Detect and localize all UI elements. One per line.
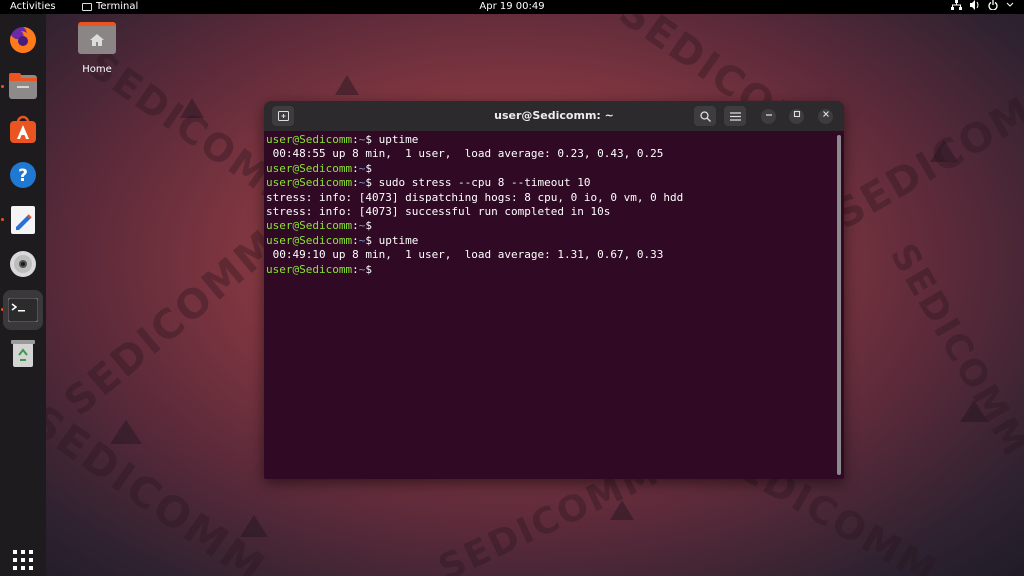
clock[interactable]: Apr 19 00:49	[0, 0, 1024, 14]
output-line: stress: info: [4073] dispatching hogs: 8…	[266, 190, 684, 204]
files-icon	[9, 73, 37, 99]
close-icon	[822, 111, 829, 117]
watermark-text: SEDICOMM	[826, 67, 1024, 239]
dock-files[interactable]	[7, 70, 39, 102]
window-title: user@Sedicomm: ~	[494, 109, 614, 122]
menu-button[interactable]	[724, 106, 746, 126]
output-line: 00:49:10 up 8 min, 1 user, load average:…	[266, 248, 664, 262]
trash-icon	[11, 340, 35, 367]
system-tray[interactable]	[951, 0, 1014, 10]
command-text: $	[365, 219, 379, 233]
hamburger-icon	[729, 111, 741, 121]
minimize-icon	[765, 114, 772, 116]
command-text: $	[365, 262, 379, 276]
prompt-separator: :	[352, 133, 359, 146]
scrollbar[interactable]	[837, 135, 841, 475]
app-grid-icon	[13, 550, 33, 570]
terminal-icon	[8, 298, 38, 322]
home-folder-label: Home	[82, 64, 112, 75]
top-bar: Activities Terminal Apr 19 00:49	[0, 0, 1024, 14]
window-titlebar[interactable]: user@Sedicomm: ~	[264, 101, 844, 131]
command-text: $ uptime	[365, 133, 419, 146]
dock-firefox[interactable]	[7, 24, 39, 56]
software-icon	[10, 115, 36, 143]
minimize-button[interactable]	[761, 109, 776, 124]
dock-terminal[interactable]	[3, 290, 43, 330]
prompt-user: user@Sedicomm	[266, 233, 353, 247]
prompt-line: user@Sedicomm:~$	[266, 162, 832, 176]
search-button[interactable]	[694, 106, 716, 126]
watermark-triangle	[335, 75, 359, 95]
volume-icon	[970, 0, 979, 10]
power-icon	[988, 0, 998, 10]
prompt-line: user@Sedicomm:~$ sudo stress --cpu 8 --t…	[266, 176, 832, 190]
disc-icon	[10, 251, 36, 277]
dock-help[interactable]: ?	[7, 159, 39, 191]
watermark-triangle	[240, 515, 268, 537]
output-line: stress: info: [4073] successful run comp…	[266, 204, 611, 218]
maximize-icon	[793, 110, 800, 118]
command-text: $ uptime	[365, 233, 419, 247]
search-icon	[699, 110, 711, 122]
firefox-icon	[9, 27, 36, 53]
prompt-separator: :	[352, 233, 359, 247]
running-indicator	[1, 218, 4, 221]
dock-disc[interactable]	[7, 248, 39, 280]
help-icon: ?	[10, 162, 36, 188]
text-editor-icon	[11, 206, 35, 234]
close-button[interactable]	[818, 109, 833, 124]
prompt-user: user@Sedicomm	[266, 219, 353, 233]
prompt-separator: :	[352, 176, 359, 190]
prompt-separator: :	[352, 219, 359, 233]
watermark-triangle	[930, 140, 958, 162]
watermark-triangle	[610, 500, 634, 520]
command-text: $	[365, 161, 379, 175]
home-folder-icon	[78, 22, 116, 54]
prompt-line: user@Sedicomm:~$	[266, 263, 832, 277]
watermark-triangle	[110, 420, 142, 444]
dock-trash[interactable]	[7, 337, 39, 369]
watermark-text: SEDICOMM	[20, 395, 275, 576]
show-apps-button[interactable]	[7, 544, 39, 576]
terminal-output[interactable]: user@Sedicomm:~$ uptime 00:48:55 up 8 mi…	[266, 133, 832, 479]
prompt-user: user@Sedicomm	[266, 133, 353, 146]
output-line: 00:48:55 up 8 min, 1 user, load average:…	[266, 147, 664, 161]
watermark-triangle	[180, 98, 204, 118]
terminal-window[interactable]: user@Sedicomm: ~ user@Sedicomm:~$ uptime…	[264, 101, 844, 479]
svg-text:?: ?	[18, 166, 28, 186]
prompt-user: user@Sedicomm	[266, 262, 353, 276]
command-text: $ sudo stress --cpu 8 --timeout 10	[365, 176, 591, 190]
prompt-user: user@Sedicomm	[266, 161, 353, 175]
dock-software[interactable]	[7, 114, 39, 146]
desktop-home-folder[interactable]: Home	[76, 22, 118, 75]
network-icon	[951, 0, 962, 10]
watermark-triangle	[960, 400, 988, 422]
prompt-line: user@Sedicomm:~$ uptime	[266, 133, 832, 147]
watermark-text: SEDICOMM	[56, 220, 288, 426]
prompt-line: user@Sedicomm:~$ uptime	[266, 234, 832, 248]
dock-text-editor[interactable]	[7, 204, 39, 236]
prompt-line: user@Sedicomm:~$	[266, 219, 832, 233]
chevron-down-icon	[1006, 2, 1014, 7]
dock: ?	[0, 14, 46, 576]
prompt-user: user@Sedicomm	[266, 176, 353, 190]
prompt-separator: :	[352, 262, 359, 276]
watermark-text: SEDICOMM	[881, 236, 1024, 465]
maximize-button[interactable]	[789, 109, 804, 124]
running-indicator	[1, 85, 4, 88]
prompt-separator: :	[352, 161, 359, 175]
